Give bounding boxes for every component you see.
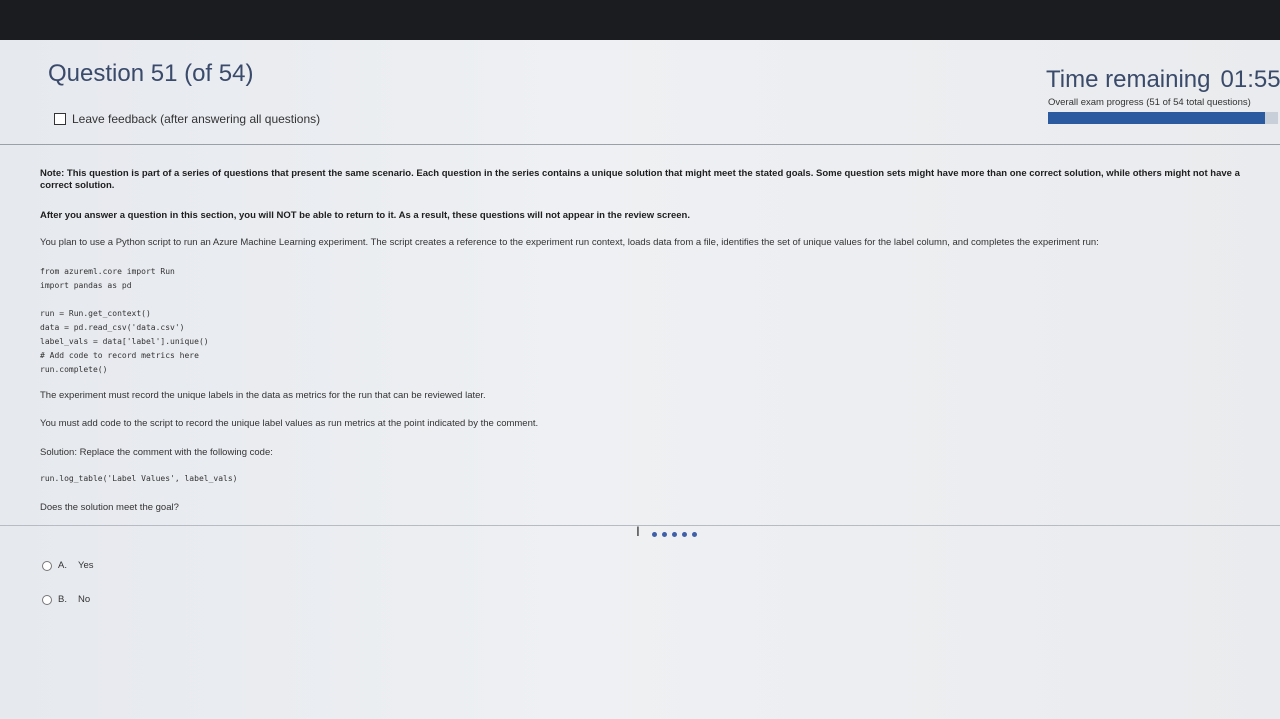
code-line: import pandas as pd — [40, 281, 132, 290]
loading-dots-icon — [652, 532, 697, 537]
code-line: run = Run.get_context() — [40, 309, 151, 318]
requirement-text-2: You must add code to the script to recor… — [40, 418, 539, 429]
code-line: # Add code to record metrics here — [40, 351, 199, 360]
option-text: Yes — [78, 560, 94, 571]
scenario-text: You plan to use a Python script to run a… — [40, 237, 1099, 248]
radio-icon[interactable] — [42, 560, 52, 571]
option-letter: B. — [58, 594, 67, 605]
code-line: data = pd.read_csv('data.csv') — [40, 323, 185, 332]
time-remaining: Time remaining 01:55 — [1046, 66, 1280, 94]
exam-progress-fill — [1048, 112, 1266, 124]
checkbox-icon[interactable] — [54, 113, 66, 125]
time-remaining-value: 01:55 — [1220, 66, 1280, 93]
exam-progress-bar — [1048, 112, 1278, 124]
monitor-bezel — [0, 0, 1280, 42]
exam-header: Question 51 (of 54) Leave feedback (afte… — [0, 40, 1280, 144]
script-code-block: from azureml.core import Run import panda… — [40, 265, 209, 377]
series-note: Note: This question is part of a series … — [40, 168, 1240, 191]
question-content: Note: This question is part of a series … — [40, 168, 1240, 513]
question-prompt: Does the solution meet the goal? — [40, 502, 179, 513]
option-b-no[interactable]: B. No — [42, 594, 90, 605]
question-title: Question 51 (of 54) — [48, 60, 254, 87]
code-line: from azureml.core import Run — [40, 267, 175, 276]
time-remaining-label: Time remaining — [1046, 66, 1211, 93]
exam-screen: Question 51 (of 54) Leave feedback (afte… — [0, 40, 1280, 719]
solution-code: run.log_table('Label Values', label_vals… — [40, 474, 238, 483]
code-line: run.complete() — [40, 365, 108, 374]
option-letter: A. — [58, 560, 67, 571]
exam-progress-text: Overall exam progress (51 of 54 total qu… — [1048, 97, 1251, 108]
code-line: label_vals = data['label'].unique() — [40, 337, 209, 346]
no-return-warning: After you answer a question in this sect… — [40, 210, 691, 221]
requirement-text-1: The experiment must record the unique la… — [40, 390, 486, 401]
solution-label: Solution: Replace the comment with the f… — [40, 447, 273, 458]
option-text: No — [78, 594, 91, 605]
leave-feedback-label: Leave feedback (after answering all ques… — [72, 112, 321, 126]
option-a-yes[interactable]: A. Yes — [42, 560, 94, 571]
answer-divider — [0, 525, 1280, 526]
leave-feedback-checkbox[interactable]: Leave feedback (after answering all ques… — [54, 112, 320, 126]
radio-icon[interactable] — [42, 594, 52, 605]
header-divider — [0, 144, 1280, 145]
